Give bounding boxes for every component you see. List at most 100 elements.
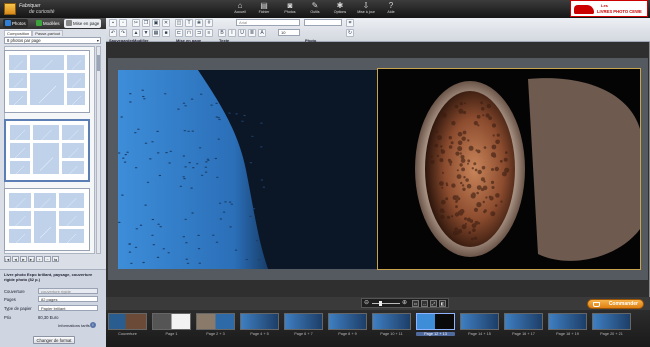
order-button[interactable]: Commander (587, 299, 644, 309)
grid-icon[interactable]: # (205, 19, 213, 27)
photo-slot (9, 124, 31, 141)
zoom-out-icon[interactable]: ⊖ (364, 299, 369, 308)
distribute-icon[interactable]: ≡ (205, 29, 213, 37)
models-icon (36, 20, 42, 26)
group-icon[interactable]: ▦ (152, 29, 160, 37)
scrollbar-thumb[interactable] (97, 55, 100, 71)
remove-page-button[interactable]: − (44, 256, 51, 262)
cover-select[interactable]: couverture rigide (38, 288, 98, 294)
file-icon: ▤ (260, 1, 268, 10)
preview-icon[interactable]: ◧ (439, 300, 446, 307)
photo-slot (8, 192, 32, 209)
layout-select[interactable]: 8 photos par page ▾ (4, 37, 101, 44)
italic-icon[interactable]: I (228, 29, 236, 37)
add-clipart-icon[interactable]: ❀ (195, 19, 203, 27)
photo-slot (9, 160, 31, 175)
zoom-in-icon[interactable]: ⊕ (402, 299, 407, 308)
align-right-icon[interactable]: ⊐ (195, 29, 203, 37)
align-left-icon[interactable]: ⊏ (175, 29, 183, 37)
layout-thumbnail-selected[interactable] (4, 119, 90, 182)
page-thumbnail[interactable] (240, 313, 279, 330)
change-format-button[interactable]: Changer de format (33, 336, 75, 344)
underline-icon[interactable]: U (238, 29, 246, 37)
text-color-icon[interactable]: A (258, 29, 266, 37)
subtab-passe-partout[interactable]: Passe-partout (32, 30, 64, 36)
fullscreen-icon[interactable]: ⤢ (430, 300, 437, 307)
page-thumbnail-label: Couverture (118, 332, 137, 336)
page-thumbnail[interactable] (108, 313, 147, 330)
nav-label: Accueil (234, 10, 246, 14)
page-thumbnail[interactable] (416, 313, 455, 330)
send-back-icon[interactable]: ▼ (142, 29, 150, 37)
font-size-select[interactable]: 10 (278, 29, 300, 36)
price-info-link[interactable]: Informations tarifs (58, 323, 90, 328)
zoom-slider-handle[interactable] (379, 301, 383, 306)
font-select-value: Arial (239, 20, 248, 25)
subtab-composition[interactable]: Composition (4, 30, 33, 36)
photo-slot (8, 90, 28, 106)
delete-icon[interactable]: ✕ (162, 19, 170, 27)
photo-slot (61, 142, 85, 159)
fit-width-icon[interactable]: ↔ (421, 300, 428, 307)
bring-front-icon[interactable]: ▲ (132, 29, 140, 37)
page-thumbnail[interactable] (504, 313, 543, 330)
print-icon[interactable]: ▫ (119, 19, 127, 27)
first-page-button[interactable]: |◄ (4, 256, 11, 262)
page-thumbnail[interactable] (328, 313, 367, 330)
nav-file-button[interactable]: ▤ Fichier (251, 1, 277, 17)
rotate-icon[interactable]: ↻ (346, 29, 354, 37)
layout-thumbnail[interactable] (4, 188, 90, 251)
next-page-button[interactable]: ► (20, 256, 27, 262)
page-thumbnail[interactable] (548, 313, 587, 330)
text-align-icon[interactable]: ≣ (248, 29, 256, 37)
tab-models[interactable]: Modèles (34, 19, 62, 28)
page-thumbnail[interactable] (460, 313, 499, 330)
save-icon[interactable]: ▪ (109, 19, 117, 27)
logo-subtitle: de curiosité (29, 9, 55, 15)
redo-icon[interactable]: ↷ (119, 29, 127, 37)
pages-select[interactable]: 82 pages (38, 296, 98, 302)
swap-pages-button[interactable]: ⇆ (52, 256, 59, 262)
lock-icon[interactable]: ■ (162, 29, 170, 37)
left-page-photo[interactable] (118, 70, 377, 269)
font-select[interactable]: Arial (236, 19, 300, 26)
nav-home-button[interactable]: ⌂ Accueil (227, 1, 253, 17)
nav-help-button[interactable]: ? Aide (378, 1, 404, 17)
copy-icon[interactable]: ❐ (142, 19, 150, 27)
cut-icon[interactable]: ✂ (132, 19, 140, 27)
undo-icon[interactable]: ↶ (109, 29, 117, 37)
nav-update-button[interactable]: ⇩ Mise à jour (353, 1, 379, 17)
prev-page-button[interactable]: ◄ (12, 256, 19, 262)
add-page-button[interactable]: + (36, 256, 43, 262)
tab-photos[interactable]: Photos (3, 19, 28, 28)
paste-icon[interactable]: ▣ (152, 19, 160, 27)
layouts-scrollbar[interactable] (96, 46, 101, 254)
fit-page-icon[interactable]: ▭ (412, 300, 419, 307)
layout-select-value: 8 photos par page (7, 38, 41, 43)
paper-type-select[interactable]: Papier brillant (38, 305, 98, 311)
page-thumbnail[interactable] (152, 313, 191, 330)
right-page-photo[interactable] (377, 68, 641, 270)
layout-thumbnail[interactable] (4, 50, 90, 113)
align-center-icon[interactable]: ⊓ (185, 29, 193, 37)
nav-gear-button[interactable]: ✱ Options (327, 1, 353, 17)
page-thumbnail[interactable] (284, 313, 323, 330)
zoom-slider[interactable] (372, 303, 400, 304)
promo-banner[interactable]: Les LIVRES PHOTO CEWE (570, 0, 648, 17)
add-text-box-icon[interactable]: T (185, 19, 193, 27)
page-thumbnail[interactable] (372, 313, 411, 330)
bold-icon[interactable]: B (218, 29, 226, 37)
info-icon[interactable]: i (90, 322, 96, 328)
page-thumbnail[interactable] (592, 313, 631, 330)
photo-effect-select[interactable] (304, 19, 342, 26)
last-page-button[interactable]: ►| (28, 256, 35, 262)
page-thumbnail[interactable] (196, 313, 235, 330)
photo-slot (8, 72, 28, 89)
page-thumbnail-label: Page 16 + 17 (512, 332, 535, 336)
crop-icon[interactable]: ⌗ (346, 19, 354, 27)
add-photo-box-icon[interactable]: ◫ (175, 19, 183, 27)
tab-layout[interactable]: Mise en page (64, 19, 102, 28)
nav-camera-button[interactable]: ◙ Photos (277, 1, 303, 17)
photo-slot (66, 54, 86, 71)
nav-tools-button[interactable]: ✎ Outils (302, 1, 328, 17)
